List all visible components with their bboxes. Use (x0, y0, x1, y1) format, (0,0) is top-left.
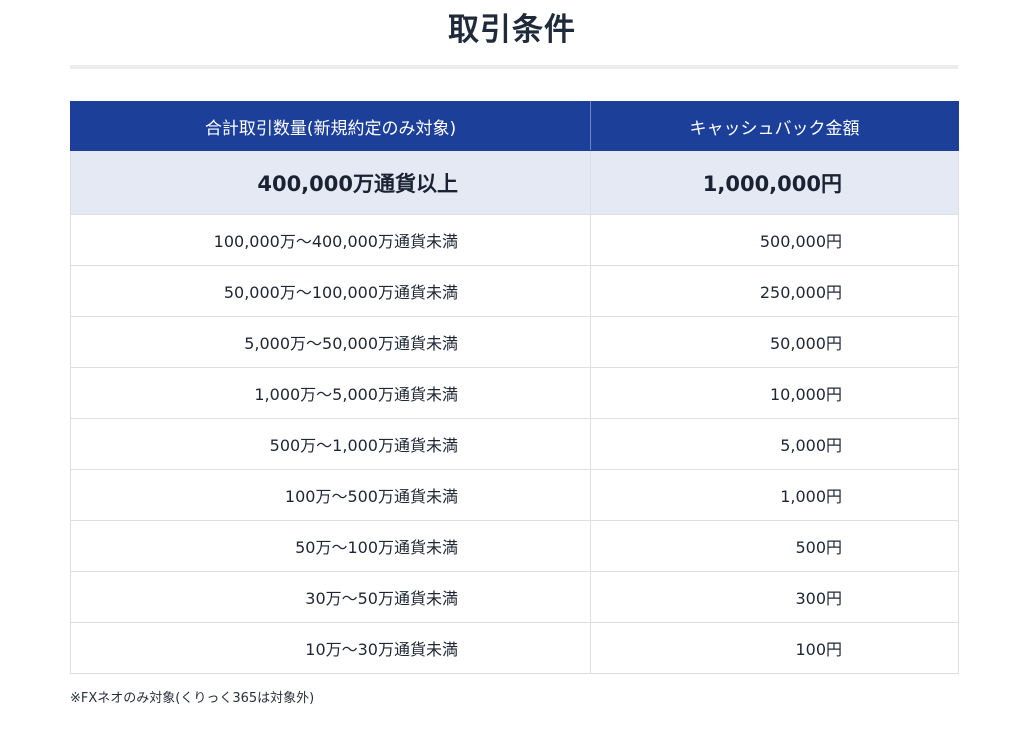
amount-cell: 1,000,000円 (590, 150, 959, 215)
amount-cell: 50,000円 (590, 316, 959, 368)
page-title: 取引条件 (448, 12, 576, 48)
amount-cell: 100円 (590, 622, 959, 674)
amount-cell: 5,000円 (590, 418, 959, 470)
trading-conditions-table: 合計取引数量(新規約定のみ対象) キャッシュバック金額 400,000万通貨以上… (70, 101, 959, 674)
header-total-volume: 合計取引数量(新規約定のみ対象) (70, 101, 591, 151)
table-row-featured: 400,000万通貨以上 1,000,000円 (70, 150, 959, 215)
volume-cell: 50万〜100万通貨未満 (70, 520, 591, 572)
amount-cell: 250,000円 (590, 265, 959, 317)
table-row: 10万〜30万通貨未満 100円 (70, 622, 959, 674)
amount-cell: 500,000円 (590, 214, 959, 266)
table-header-row: 合計取引数量(新規約定のみ対象) キャッシュバック金額 (70, 101, 959, 151)
footnote: ※FXネオのみ対象(くりっく365は対象外) (70, 691, 315, 706)
volume-cell: 30万〜50万通貨未満 (70, 571, 591, 623)
volume-cell: 100,000万〜400,000万通貨未満 (70, 214, 591, 266)
volume-cell: 50,000万〜100,000万通貨未満 (70, 265, 591, 317)
volume-cell: 10万〜30万通貨未満 (70, 622, 591, 674)
volume-cell: 1,000万〜5,000万通貨未満 (70, 367, 591, 419)
table-row: 5,000万〜50,000万通貨未満 50,000円 (70, 316, 959, 368)
table-row: 100,000万〜400,000万通貨未満 500,000円 (70, 214, 959, 266)
amount-cell: 1,000円 (590, 469, 959, 521)
table-row: 50,000万〜100,000万通貨未満 250,000円 (70, 265, 959, 317)
volume-cell: 400,000万通貨以上 (70, 150, 591, 215)
volume-cell: 100万〜500万通貨未満 (70, 469, 591, 521)
table-row: 100万〜500万通貨未満 1,000円 (70, 469, 959, 521)
table-row: 1,000万〜5,000万通貨未満 10,000円 (70, 367, 959, 419)
header-cashback-amount: キャッシュバック金額 (590, 101, 959, 151)
table-row: 30万〜50万通貨未満 300円 (70, 571, 959, 623)
table-row: 50万〜100万通貨未満 500円 (70, 520, 959, 572)
volume-cell: 5,000万〜50,000万通貨未満 (70, 316, 591, 368)
title-divider (70, 65, 958, 69)
amount-cell: 10,000円 (590, 367, 959, 419)
table-row: 500万〜1,000万通貨未満 5,000円 (70, 418, 959, 470)
amount-cell: 500円 (590, 520, 959, 572)
amount-cell: 300円 (590, 571, 959, 623)
volume-cell: 500万〜1,000万通貨未満 (70, 418, 591, 470)
